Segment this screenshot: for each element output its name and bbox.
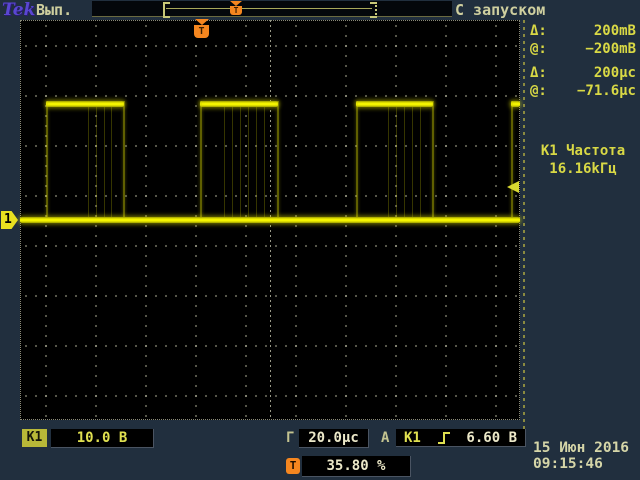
trigger-source: К1 <box>404 429 421 447</box>
side-panel-separator <box>523 20 525 444</box>
trigger-position-marker-icon: T <box>194 19 210 38</box>
oscilloscope-screen: Tek Вып. T С запуском T 1 Δ: 200mВ @: −2… <box>0 0 640 480</box>
cursor-delta-t-value: 200µс <box>594 64 636 82</box>
record-view-line <box>166 8 372 9</box>
cursor-delta-v-value: 200mВ <box>594 22 636 40</box>
measurement-panel: Δ: 200mВ @: −200mВ Δ: 200µс @: −71.6µс К… <box>528 22 638 178</box>
trigger-position-percent: 35.80 % <box>302 456 411 477</box>
rising-edge-icon <box>437 430 451 446</box>
trigger-level-arrow-icon <box>507 181 519 193</box>
graticule-center-horizontal <box>20 220 520 221</box>
delta-icon: Δ: <box>530 22 547 40</box>
cursor-at-v-row: @: −200mВ <box>528 40 638 58</box>
frequency-readout: К1 Частота 16.16kГц <box>528 142 638 178</box>
timebase-readout: 20.0µс <box>299 429 369 448</box>
at-icon: @: <box>530 82 547 100</box>
timebase-label: Г <box>286 430 294 446</box>
channel1-volts-div-readout: 10.0 В <box>51 429 154 448</box>
acquisition-mode-label: Вып. <box>36 1 72 19</box>
trigger-level-value: 6.60 В <box>466 429 517 447</box>
delta-icon: Δ: <box>530 64 547 82</box>
cursor-delta-t-row: Δ: 200µс <box>528 64 638 82</box>
at-icon: @: <box>530 40 547 58</box>
channel1-ground-marker: 1 <box>1 211 18 229</box>
datetime-readout: 15 Июн 2016 09:15:46 <box>533 440 640 472</box>
record-view-bar: T <box>92 1 452 17</box>
date-label: 15 Июн 2016 <box>533 440 640 456</box>
cursor-delta-v-row: Δ: 200mВ <box>528 22 638 40</box>
tek-logo: Tek <box>2 0 35 20</box>
record-trigger-marker-icon: T <box>230 1 242 15</box>
frequency-title: К1 Частота <box>528 142 638 160</box>
trigger-type-label: А <box>381 430 389 446</box>
record-window-right-bracket <box>370 2 377 18</box>
channel1-badge: К1 <box>22 429 47 447</box>
trigger-holdoff-icon: T <box>286 458 300 474</box>
time-label: 09:15:46 <box>533 456 640 472</box>
cursor-at-t-value: −71.6µс <box>577 82 636 100</box>
frequency-value: 16.16kГц <box>528 160 638 178</box>
trigger-status-label: С запуском <box>455 1 545 19</box>
trigger-readout: К1 6.60 В <box>396 429 526 447</box>
cursor-at-t-row: @: −71.6µс <box>528 82 638 100</box>
cursor-at-v-value: −200mВ <box>585 40 636 58</box>
record-window-left-bracket <box>163 2 170 18</box>
